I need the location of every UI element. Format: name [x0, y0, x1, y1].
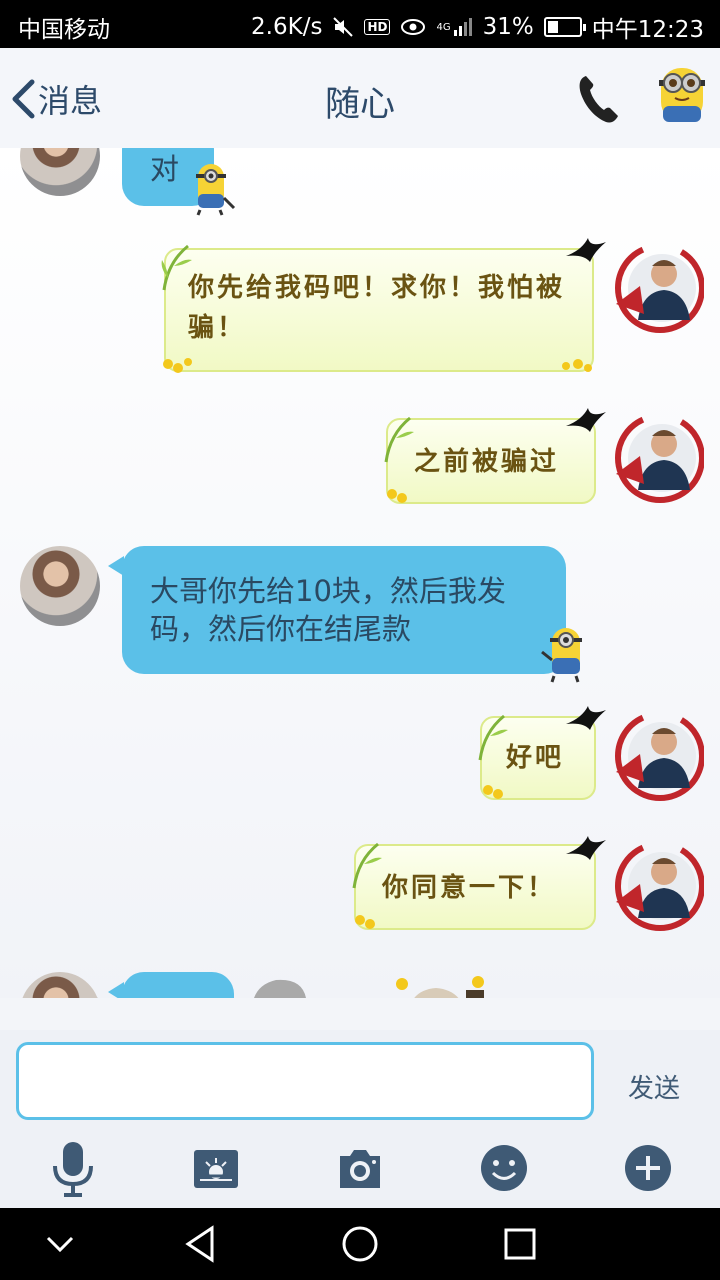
hd-icon: HD: [364, 19, 391, 35]
swallow-icon: [566, 836, 606, 860]
flower-icon: [387, 489, 407, 503]
plus-icon[interactable]: [624, 1144, 672, 1196]
network-type: 4G: [436, 21, 451, 33]
eye-icon: [400, 18, 426, 36]
status-bar: 中国移动 2.6K/s HD 4G 31% 中午12:23: [0, 0, 720, 48]
my-avatar[interactable]: [612, 840, 705, 932]
mic-icon[interactable]: [50, 1140, 96, 1202]
emoji-icon[interactable]: [480, 1144, 528, 1196]
outgoing-bubble[interactable]: 你先给我码吧！求你！我怕被骗！: [164, 248, 594, 372]
message-input[interactable]: [16, 1042, 594, 1120]
my-avatar[interactable]: [612, 242, 705, 334]
battery-percent: 31%: [482, 14, 534, 40]
sender-avatar[interactable]: [20, 148, 100, 196]
input-bar: 发送: [0, 1030, 720, 1130]
swallow-icon: [566, 706, 606, 730]
mute-icon: [332, 16, 354, 38]
message-text: 你同意一下！: [382, 873, 557, 903]
flower-icon: [562, 359, 592, 372]
minion-sticker-icon: [541, 628, 582, 683]
flower-icon: [163, 358, 192, 373]
gray-figure-sticker-icon: [254, 979, 306, 998]
bamboo-icon: [478, 714, 508, 761]
incoming-bubble[interactable]: [108, 972, 234, 998]
send-button[interactable]: 发送: [606, 1068, 702, 1105]
camera-icon[interactable]: [336, 1146, 384, 1194]
carrier-label: 中国移动: [18, 17, 110, 43]
bamboo-icon: [384, 416, 414, 463]
back-nav-icon[interactable]: [182, 1224, 218, 1268]
swallow-icon: [566, 238, 606, 262]
my-avatar[interactable]: [612, 412, 705, 504]
message-text: 之前被骗过: [414, 447, 560, 477]
chat-area[interactable]: 对 你先给我码吧！求你！我怕被骗！ 之前被骗过 大哥你先给10块，然后我发码，然…: [0, 148, 720, 998]
signal-icon: 4G: [436, 17, 472, 37]
chat-header: 消息 随心: [0, 48, 720, 148]
image-icon[interactable]: [192, 1148, 240, 1194]
message-text: 你先给我码吧！求你！我怕被骗！: [188, 273, 566, 343]
flower-icon: [355, 915, 375, 929]
home-nav-icon[interactable]: [340, 1224, 380, 1268]
chevron-down-icon[interactable]: [44, 1230, 76, 1262]
message-text: 好吧: [506, 743, 565, 773]
incoming-bubble[interactable]: 大哥你先给10块，然后我发码，然后你在结尾款: [108, 546, 566, 674]
battery-icon: [543, 17, 586, 37]
bamboo-icon: [161, 244, 192, 291]
my-avatar[interactable]: [612, 710, 705, 802]
network-speed: 2.6K/s: [251, 14, 323, 40]
bamboo-icon: [352, 842, 382, 889]
message-text: 对: [150, 152, 180, 186]
message-text: 大哥你先给10块，然后我发码，然后你在结尾款: [150, 574, 506, 646]
sender-avatar[interactable]: [20, 546, 100, 626]
phone-icon[interactable]: [578, 72, 620, 128]
recents-nav-icon[interactable]: [502, 1226, 538, 1266]
status-icons: 2.6K/s HD 4G 31% 中午12:23: [251, 10, 704, 44]
system-nav-bar: [0, 1208, 720, 1280]
contact-avatar[interactable]: [657, 64, 707, 128]
minion-sticker-icon: [196, 164, 236, 216]
swallow-icon: [566, 408, 606, 432]
sender-avatar[interactable]: [20, 972, 100, 998]
flower-icon: [483, 785, 503, 799]
clock: 中午12:23: [591, 17, 704, 43]
anime-girl-sticker-icon: [396, 976, 484, 998]
input-toolbar: [0, 1130, 720, 1208]
